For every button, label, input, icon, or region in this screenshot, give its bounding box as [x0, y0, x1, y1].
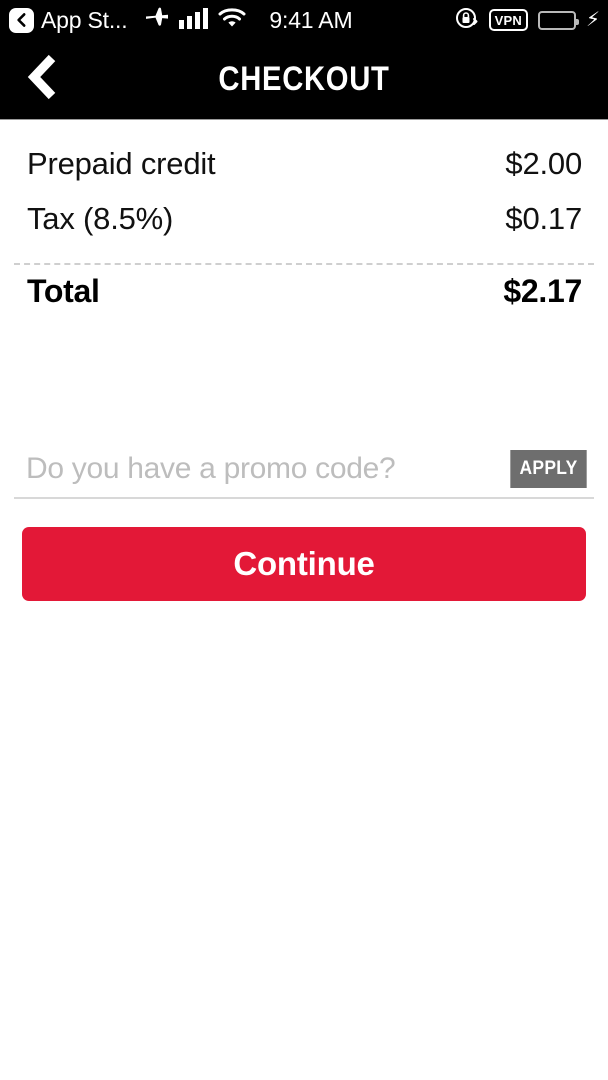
total-label: Total	[27, 273, 100, 309]
apply-promo-button[interactable]: APPLY	[510, 450, 587, 488]
lightning-bolt-icon: ⚡︎	[585, 9, 600, 31]
battery-cap	[575, 18, 579, 25]
status-bar-right: VPN ⚡︎	[455, 0, 600, 40]
continue-section: Continue	[0, 499, 608, 601]
airplane-icon	[144, 6, 170, 35]
status-bar-indicators: 9:41 AM	[144, 6, 353, 35]
page-title: CHECKOUT	[218, 60, 390, 98]
summary-row-value: $0.17	[505, 201, 582, 236]
status-bar-left: App St...	[0, 7, 128, 34]
cellular-signal-icon	[179, 7, 209, 34]
checkout-content: Prepaid credit $2.00 Tax (8.5%) $0.17 To…	[0, 120, 608, 601]
continue-button[interactable]: Continue	[22, 527, 586, 601]
promo-code-input[interactable]	[26, 446, 507, 492]
total-value: $2.17	[503, 273, 582, 309]
summary-row-tax: Tax (8.5%) $0.17	[0, 201, 608, 256]
summary-row-total: Total $2.17	[0, 273, 608, 331]
status-bar: App St... 9:41 AM VPN ⚡︎	[0, 0, 608, 40]
battery-icon	[537, 10, 579, 30]
back-chevron-badge-icon[interactable]	[9, 7, 34, 33]
summary-divider	[14, 263, 594, 265]
status-bar-time: 9:41 AM	[269, 6, 353, 33]
nav-header: CHECKOUT	[0, 40, 608, 120]
vpn-badge: VPN	[488, 9, 528, 31]
promo-section: APPLY	[0, 441, 608, 499]
rotation-lock-icon	[455, 6, 479, 35]
status-app-name[interactable]: App St...	[41, 7, 128, 34]
promo-row: APPLY	[14, 441, 594, 499]
summary-row-label: Prepaid credit	[27, 146, 216, 181]
summary-row-prepaid-credit: Prepaid credit $2.00	[0, 146, 608, 201]
wifi-icon	[218, 7, 246, 34]
summary-row-label: Tax (8.5%)	[27, 201, 174, 236]
summary-row-value: $2.00	[505, 146, 582, 181]
